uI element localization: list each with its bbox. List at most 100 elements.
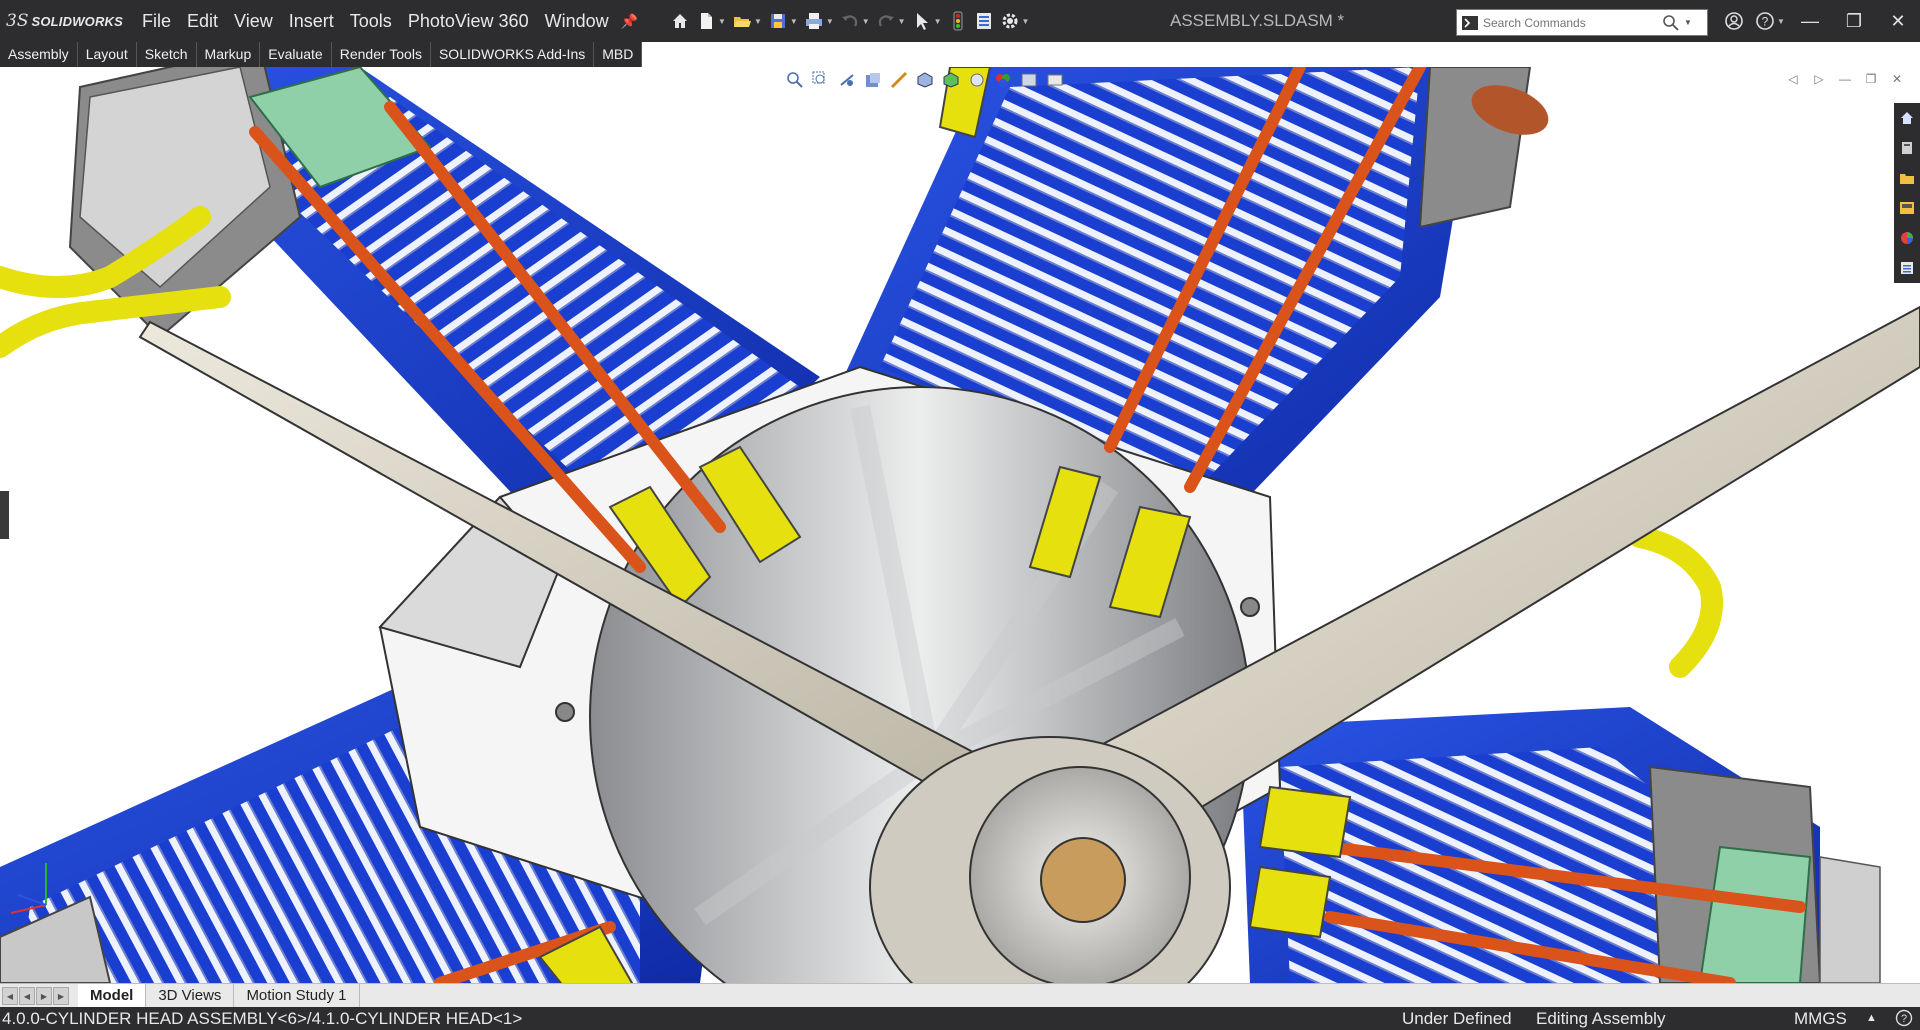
chevron-down-icon[interactable]: ▼ — [826, 17, 834, 26]
print-button[interactable]: ▼ — [804, 6, 834, 36]
tab-3d-views[interactable]: 3D Views — [146, 984, 235, 1008]
section-view-icon[interactable] — [862, 69, 884, 91]
tab-model[interactable]: Model — [78, 984, 147, 1008]
next-tab-arrow-icon[interactable]: ▶ — [36, 987, 52, 1005]
tab-render-tools[interactable]: Render Tools — [331, 42, 431, 67]
feature-manager-toggle-handle[interactable] — [0, 491, 9, 539]
minimize-icon: — — [1801, 10, 1819, 31]
new-document-button[interactable]: ▼ — [696, 6, 726, 36]
tab-addins[interactable]: SOLIDWORKS Add-Ins — [430, 42, 595, 67]
svg-text:?: ? — [1762, 15, 1769, 29]
tab-scroll-controls: ◀ ◀ ▶ ▶ — [2, 987, 70, 1005]
chevron-down-icon[interactable]: ▼ — [754, 17, 762, 26]
menu-tools[interactable]: Tools — [342, 0, 400, 42]
custom-properties-icon[interactable] — [1894, 253, 1920, 283]
menu-insert[interactable]: Insert — [281, 0, 342, 42]
menu-file[interactable]: File — [134, 0, 179, 42]
close-icon: ✕ — [1890, 10, 1906, 31]
save-icon — [770, 14, 785, 28]
viewport-expand-icon[interactable]: ▷ — [1806, 69, 1832, 89]
bottom-tabs-bar: ◀ ◀ ▶ ▶ Model 3D Views Motion Study 1 — [0, 983, 1920, 1008]
user-icon — [1725, 12, 1743, 30]
options-button[interactable]: ▼ — [1000, 6, 1030, 36]
home-button[interactable] — [670, 6, 690, 36]
chevron-down-icon[interactable]: ▼ — [1022, 17, 1030, 26]
graphics-area[interactable]: ◁ ▷ — ❐ ✕ — [0, 67, 1920, 983]
tab-markup[interactable]: Markup — [196, 42, 261, 67]
edit-appearance-icon[interactable] — [992, 69, 1014, 91]
appearances-icon[interactable] — [1894, 223, 1920, 253]
menu-bar: File Edit View Insert Tools PhotoView 36… — [134, 0, 617, 42]
status-definition: Under Defined — [1402, 1009, 1512, 1028]
last-tab-arrow-icon[interactable]: ▶ — [53, 987, 69, 1005]
redo-button[interactable]: ▼ — [876, 6, 906, 36]
command-manager-tabs: Assembly Layout Sketch Markup Evaluate R… — [0, 42, 643, 67]
file-properties-button[interactable] — [974, 6, 994, 36]
previous-view-icon[interactable] — [836, 69, 858, 91]
command-prompt-icon[interactable] — [1459, 13, 1481, 33]
view-orientation-icon[interactable] — [914, 69, 936, 91]
close-button[interactable]: ✕ — [1876, 0, 1920, 42]
hide-show-items-icon[interactable] — [966, 69, 988, 91]
tab-evaluate[interactable]: Evaluate — [260, 42, 332, 67]
menu-view[interactable]: View — [226, 0, 281, 42]
unit-system-selector[interactable]: MMGS — [1794, 1007, 1847, 1030]
save-button[interactable]: ▼ — [768, 6, 798, 36]
restore-button[interactable]: ❐ — [1832, 0, 1876, 42]
document-title: ASSEMBLY.SLDASM * — [1170, 11, 1345, 30]
minimize-button[interactable]: — — [1788, 0, 1832, 42]
solidworks-resources-icon[interactable] — [1894, 103, 1920, 133]
file-properties-icon — [976, 13, 991, 29]
view-palette-icon[interactable] — [1894, 193, 1920, 223]
viewport-close-button[interactable]: ✕ — [1884, 69, 1910, 89]
chevron-down-icon[interactable]: ▼ — [862, 17, 870, 26]
viewport-minimize-button[interactable]: — — [1832, 69, 1858, 89]
tab-layout[interactable]: Layout — [77, 42, 137, 67]
title-bar-right-controls: ? ▼ — ❐ ✕ — [1716, 0, 1920, 42]
help-button[interactable]: ? ▼ — [1752, 0, 1788, 42]
zoom-to-fit-icon[interactable] — [784, 69, 806, 91]
search-icon[interactable] — [1662, 14, 1680, 32]
first-tab-arrow-icon[interactable]: ◀ — [2, 987, 18, 1005]
chevron-down-icon[interactable]: ▼ — [790, 17, 798, 26]
rebuild-button[interactable] — [948, 6, 968, 36]
tab-mbd[interactable]: MBD — [594, 42, 643, 67]
search-input[interactable] — [1481, 14, 1660, 31]
file-explorer-icon[interactable] — [1894, 163, 1920, 193]
menu-window[interactable]: Window — [537, 0, 617, 42]
chevron-up-icon[interactable]: ▲ — [1866, 1007, 1877, 1030]
engine-model-render[interactable] — [0, 67, 1920, 983]
help-icon[interactable]: ? — [1895, 1009, 1913, 1027]
menu-photoview[interactable]: PhotoView 360 — [400, 0, 537, 42]
previous-tab-arrow-icon[interactable]: ◀ — [19, 987, 35, 1005]
zoom-to-area-icon[interactable] — [810, 69, 832, 91]
chevron-down-icon[interactable]: ▼ — [1777, 17, 1785, 26]
view-settings-icon[interactable] — [1044, 69, 1066, 91]
dynamic-annotation-icon[interactable] — [888, 69, 910, 91]
pin-menu-icon[interactable]: 📌 — [621, 13, 638, 30]
chevron-down-icon[interactable]: ▼ — [934, 17, 942, 26]
undo-button[interactable]: ▼ — [840, 6, 870, 36]
tab-motion-study[interactable]: Motion Study 1 — [234, 984, 360, 1008]
apply-scene-icon[interactable] — [1018, 69, 1040, 91]
viewport-minimize-icon[interactable]: ◁ — [1780, 69, 1806, 89]
tab-sketch[interactable]: Sketch — [136, 42, 197, 67]
search-commands-box[interactable]: ▼ — [1456, 9, 1708, 36]
select-button[interactable]: ▼ — [912, 6, 942, 36]
chevron-down-icon[interactable]: ▼ — [718, 17, 726, 26]
chevron-down-icon[interactable]: ▼ — [898, 17, 906, 26]
user-account-button[interactable] — [1716, 0, 1752, 42]
select-icon — [916, 13, 928, 30]
solidworks-logo[interactable]: 3S SOLIDWORKS — [6, 11, 134, 31]
design-library-icon[interactable] — [1894, 133, 1920, 163]
chevron-down-icon[interactable]: ▼ — [1684, 18, 1692, 27]
menu-edit[interactable]: Edit — [179, 0, 226, 42]
restore-icon: ❐ — [1845, 10, 1863, 31]
status-selection-path: 4.0.0-CYLINDER HEAD ASSEMBLY<6>/4.1.0-CY… — [2, 1009, 523, 1028]
open-button[interactable]: ▼ — [732, 6, 762, 36]
display-style-icon[interactable] — [940, 69, 962, 91]
tab-assembly[interactable]: Assembly — [0, 42, 78, 67]
status-editing-mode: Editing Assembly — [1536, 1009, 1666, 1028]
viewport-restore-button[interactable]: ❐ — [1858, 69, 1884, 89]
home-icon — [673, 14, 688, 28]
